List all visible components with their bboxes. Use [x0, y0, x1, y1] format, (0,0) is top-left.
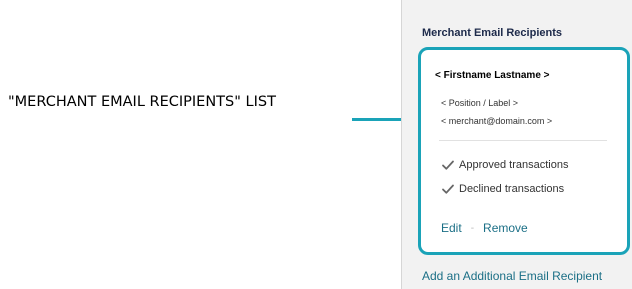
panel-title: Merchant Email Recipients: [422, 27, 562, 39]
callout-label: "MERCHANT EMAIL RECIPIENTS" LIST: [8, 94, 276, 110]
recipient-name: < Firstname Lastname >: [435, 70, 550, 81]
option-label: Declined transactions: [459, 183, 565, 195]
merchant-email-recipients-panel: Merchant Email Recipients < Firstname La…: [401, 0, 632, 289]
card-divider: [439, 140, 607, 141]
remove-link[interactable]: Remove: [483, 221, 528, 235]
declined-transactions-option: Declined transactions: [441, 182, 564, 196]
approved-transactions-option: Approved transactions: [441, 158, 568, 172]
edit-link[interactable]: Edit: [441, 221, 462, 235]
checkmark-icon: [441, 158, 455, 172]
checkmark-icon: [441, 182, 455, 196]
add-email-recipient-link[interactable]: Add an Additional Email Recipient: [422, 269, 602, 283]
recipient-position: < Position / Label >: [441, 98, 519, 108]
recipient-card: < Firstname Lastname > < Position / Labe…: [418, 47, 630, 255]
recipient-email: < merchant@domain.com >: [441, 116, 553, 126]
action-separator: -: [470, 222, 475, 234]
option-label: Approved transactions: [459, 159, 569, 171]
recipient-actions: Edit - Remove: [441, 221, 528, 235]
